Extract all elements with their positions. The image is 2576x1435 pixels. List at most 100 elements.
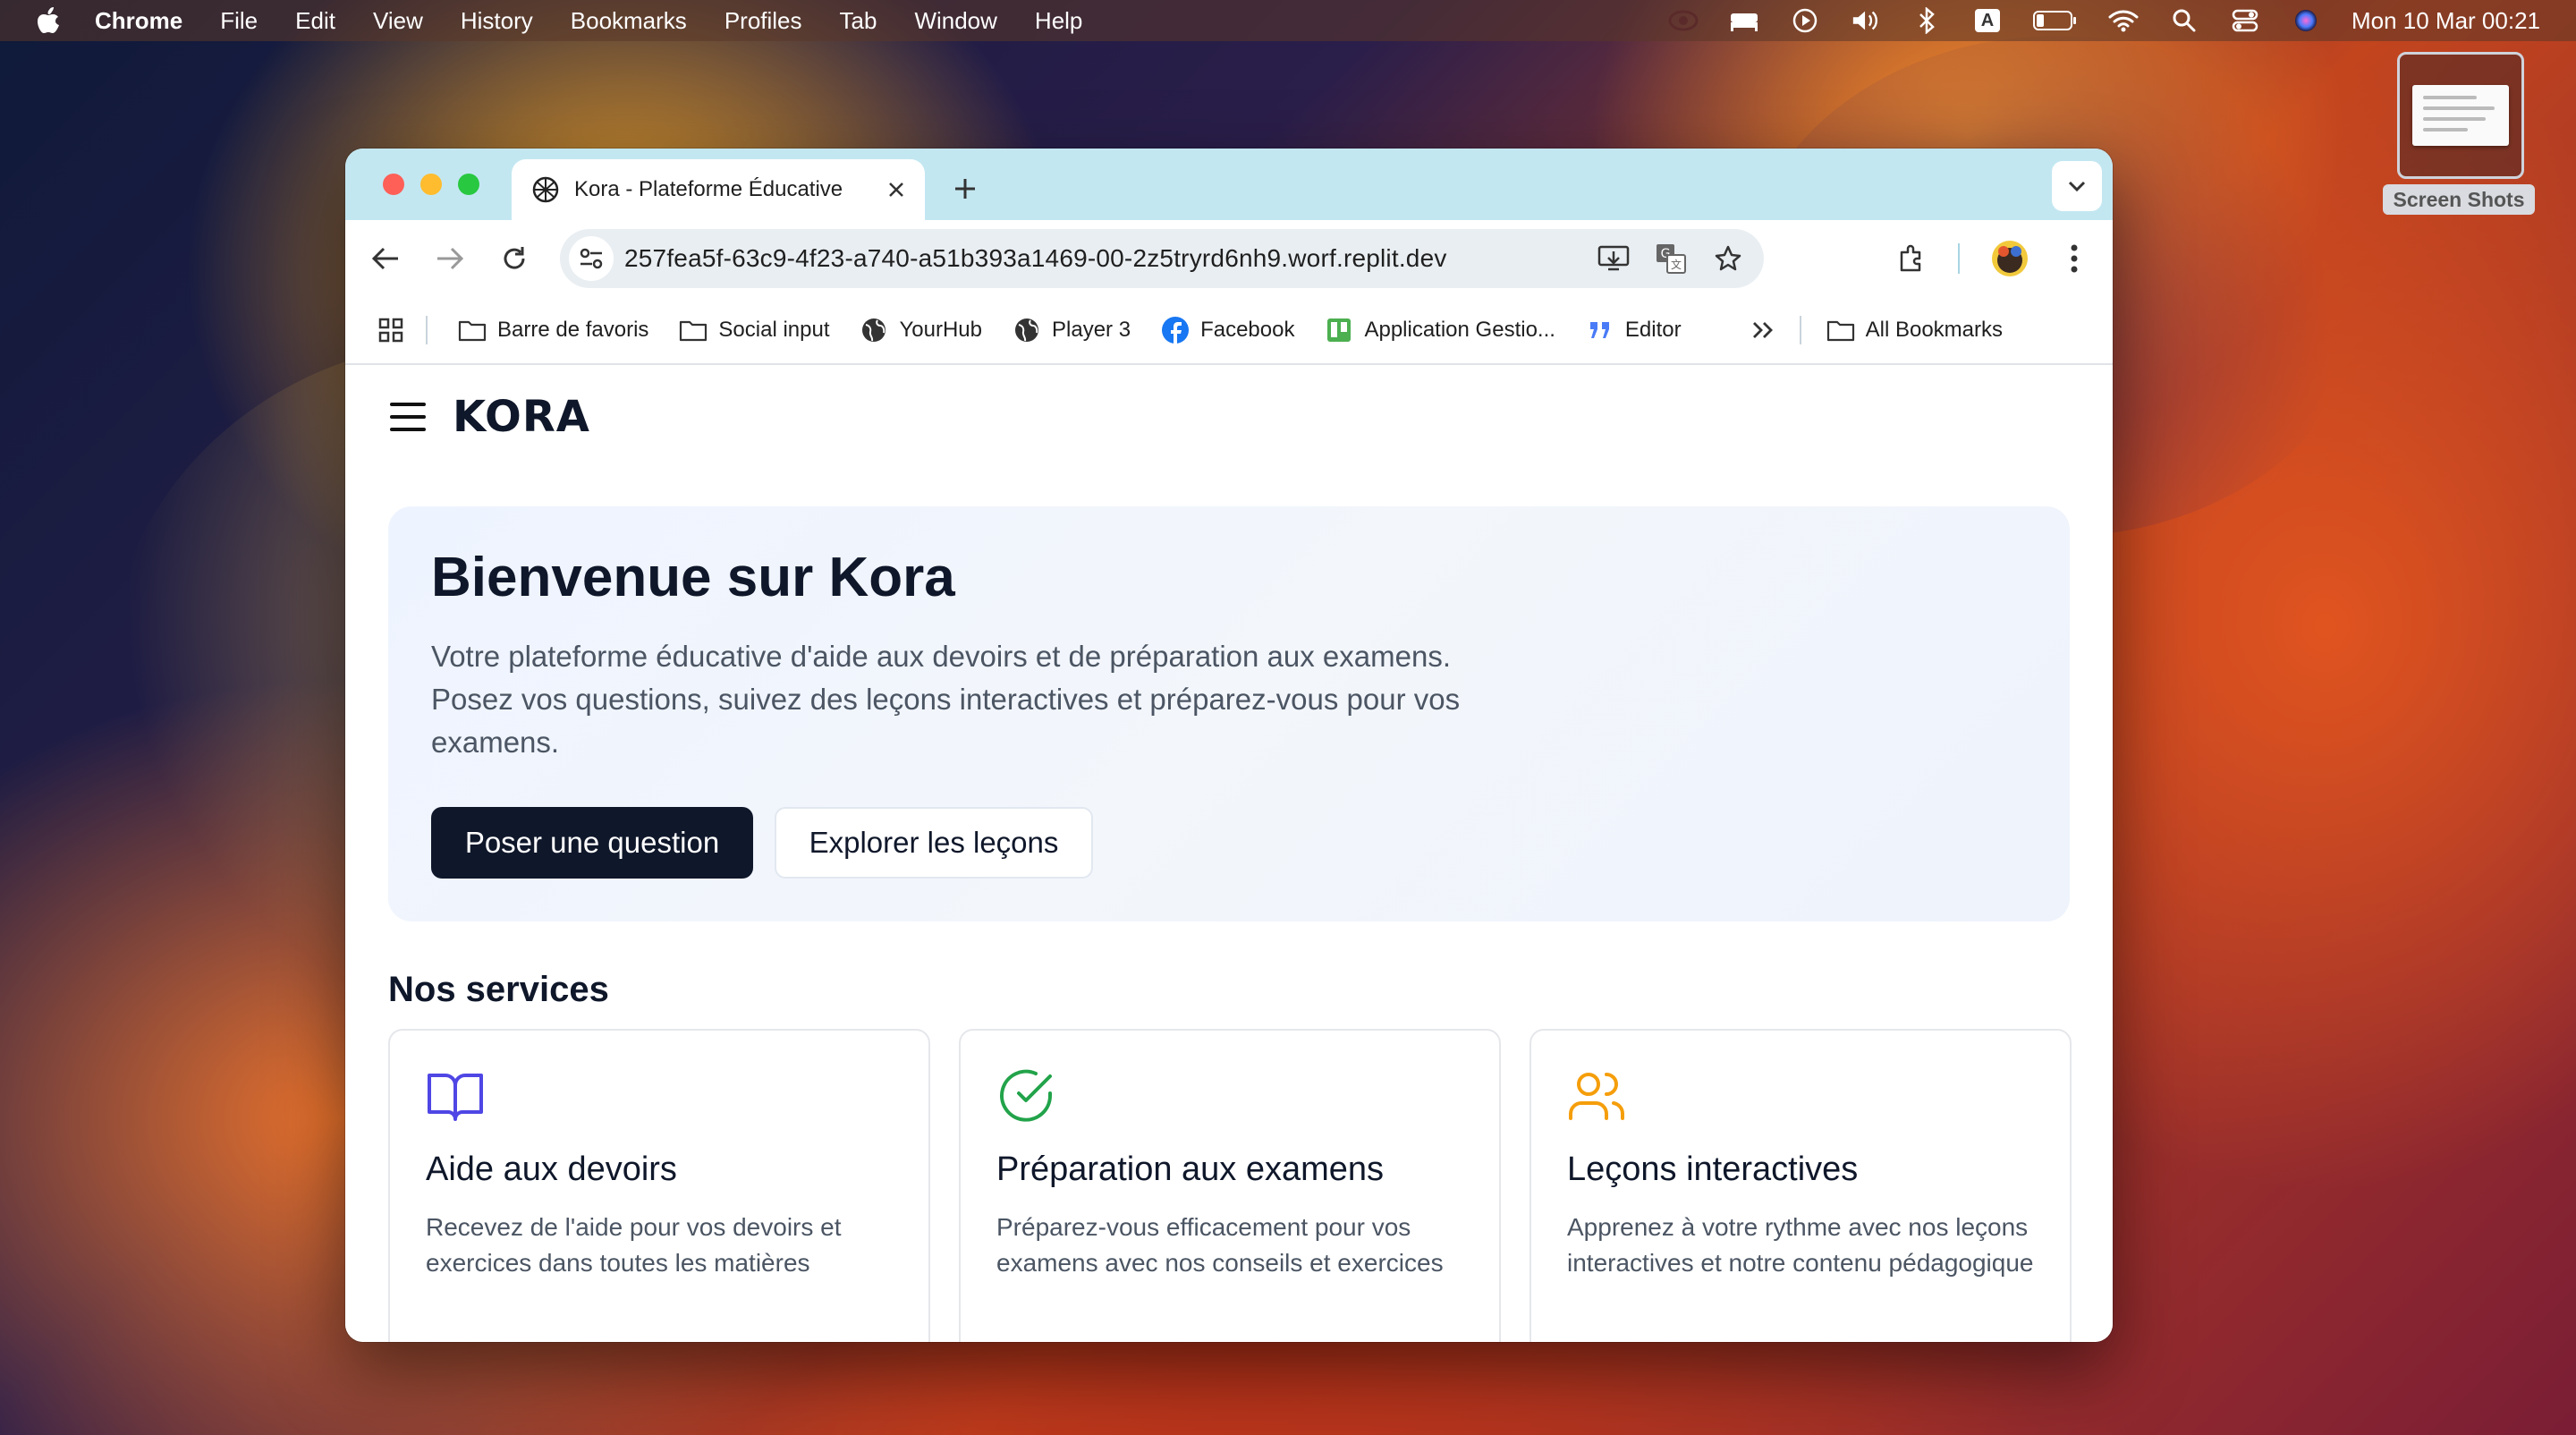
service-description: Apprenez à votre rythme avec nos leçons …	[1567, 1213, 2034, 1277]
forward-arrow-icon[interactable]	[429, 238, 470, 279]
tab-close-icon[interactable]	[878, 172, 914, 208]
control-center-icon[interactable]	[2230, 7, 2260, 34]
service-card-homework[interactable]: Aide aux devoirs Recevez de l'aide pour …	[388, 1029, 930, 1342]
macos-menubar: Chrome File Edit View History Bookmarks …	[0, 0, 2576, 41]
bookmark-editor[interactable]: Editor	[1586, 316, 1682, 344]
screenshot-thumbnail	[2412, 85, 2509, 146]
hero-section: Bienvenue sur Kora Votre plateforme éduc…	[388, 506, 2070, 921]
bookmark-label: Barre de favoris	[497, 318, 649, 342]
zoom-window-button[interactable]	[458, 174, 479, 195]
ask-question-button[interactable]: Poser une question	[431, 807, 753, 879]
bookmark-star-icon[interactable]	[1707, 237, 1750, 280]
all-bookmarks-label: All Bookmarks	[1865, 318, 2003, 342]
explore-lessons-button[interactable]: Explorer les leçons	[775, 807, 1093, 879]
play-icon[interactable]	[1790, 7, 1820, 34]
input-source-icon[interactable]: A	[1972, 7, 2003, 34]
tab-kora[interactable]: Kora - Plateforme Éducative	[512, 159, 925, 220]
replit-favicon-icon	[531, 175, 560, 204]
chrome-menu-icon[interactable]	[2054, 238, 2095, 279]
folder-icon	[458, 316, 487, 344]
address-bar[interactable]: 257fea5f-63c9-4f23-a740-a51b393a1469-00-…	[560, 229, 1764, 288]
menubar-history[interactable]: History	[461, 7, 533, 35]
bookmarks-bar: Barre de favoris Social input YourHub Pl…	[345, 297, 2113, 365]
input-source-letter: A	[1974, 9, 2000, 32]
site-info-icon[interactable]	[569, 236, 614, 281]
service-card-interactive-lessons[interactable]: Leçons interactives Apprenez à votre ryt…	[1530, 1029, 2072, 1342]
globe-icon	[860, 316, 888, 344]
bookmark-label: Facebook	[1200, 318, 1295, 342]
screen-shots-folder-label[interactable]: Screen Shots	[2383, 184, 2535, 215]
bookmark-label: YourHub	[899, 318, 983, 342]
url-text[interactable]: 257fea5f-63c9-4f23-a740-a51b393a1469-00-…	[624, 244, 1592, 273]
globe-icon	[1013, 316, 1041, 344]
hero-description: Votre plateforme éducative d'aide aux de…	[431, 640, 1461, 759]
kora-logo[interactable]: KORA	[453, 392, 590, 442]
facebook-icon	[1161, 316, 1190, 344]
bookmark-facebook[interactable]: Facebook	[1161, 316, 1294, 344]
menubar-view[interactable]: View	[373, 7, 423, 35]
install-app-icon[interactable]	[1592, 237, 1635, 280]
bookmarks-divider	[1799, 316, 1801, 344]
bookmark-label: Editor	[1624, 318, 1682, 342]
menubar-tab[interactable]: Tab	[840, 7, 877, 35]
menubar-app-name[interactable]: Chrome	[95, 7, 182, 35]
hamburger-menu-icon[interactable]	[390, 403, 426, 431]
tab-title: Kora - Plateforme Éducative	[574, 177, 843, 201]
bookmark-label: Social input	[718, 318, 830, 342]
creative-cloud-icon[interactable]	[1668, 7, 1699, 34]
menubar-bookmarks[interactable]: Bookmarks	[571, 7, 687, 35]
menubar-profiles[interactable]: Profiles	[724, 7, 802, 35]
quote-icon	[1586, 316, 1614, 344]
screen-shots-folder-icon[interactable]	[2397, 52, 2524, 179]
battery-icon[interactable]	[2032, 7, 2078, 34]
spotlight-search-icon[interactable]	[2169, 7, 2199, 34]
back-arrow-icon[interactable]	[365, 238, 406, 279]
window-controls	[383, 174, 479, 195]
close-window-button[interactable]	[383, 174, 404, 195]
bookmarks-divider	[426, 316, 428, 344]
menubar-help[interactable]: Help	[1035, 7, 1082, 35]
minimize-window-button[interactable]	[420, 174, 442, 195]
service-card-exam-prep[interactable]: Préparation aux examens Préparez-vous ef…	[959, 1029, 1501, 1342]
apple-menu-icon[interactable]	[36, 6, 63, 35]
bed-icon[interactable]	[1729, 7, 1759, 34]
profile-avatar[interactable]	[1989, 238, 2030, 279]
service-title: Aide aux devoirs	[426, 1151, 677, 1188]
trello-icon	[1325, 316, 1353, 344]
bookmark-application-gestion[interactable]: Application Gestio...	[1325, 316, 1555, 344]
hero-title: Bienvenue sur Kora	[431, 547, 955, 608]
bookmark-yourhub[interactable]: YourHub	[860, 316, 982, 344]
menubar-clock[interactable]: Mon 10 Mar 00:21	[2351, 7, 2540, 35]
bookmark-social-input[interactable]: Social input	[679, 316, 829, 344]
translate-icon[interactable]: G文	[1649, 237, 1692, 280]
all-bookmarks[interactable]: All Bookmarks	[1826, 316, 2003, 344]
new-tab-button[interactable]	[943, 166, 987, 211]
bookmark-barre-de-favoris[interactable]: Barre de favoris	[458, 316, 648, 344]
siri-icon[interactable]	[2291, 7, 2321, 34]
chrome-window: Kora - Plateforme Éducative 257fea5f-63c…	[345, 149, 2113, 1342]
folder-icon	[679, 316, 708, 344]
menubar-window[interactable]: Window	[914, 7, 996, 35]
menubar-file[interactable]: File	[220, 7, 258, 35]
services-title: Nos services	[388, 970, 609, 1009]
bluetooth-icon[interactable]	[1911, 7, 1942, 34]
service-title: Préparation aux examens	[996, 1151, 1385, 1188]
reload-icon[interactable]	[494, 238, 535, 279]
more-bookmarks-chevron-icon[interactable]	[1751, 320, 1775, 340]
check-circle-icon	[996, 1066, 1055, 1125]
apps-grid-icon[interactable]	[377, 317, 404, 344]
service-title: Leçons interactives	[1567, 1151, 1859, 1188]
bookmark-player-3[interactable]: Player 3	[1013, 316, 1131, 344]
svg-text:文: 文	[1671, 258, 1682, 271]
extensions-puzzle-icon[interactable]	[1891, 238, 1932, 279]
service-description: Recevez de l'aide pour vos devoirs et ex…	[426, 1213, 842, 1277]
web-page: KORA Bienvenue sur Kora Votre plateforme…	[345, 365, 2113, 1342]
tab-search-chevron-icon[interactable]	[2052, 161, 2102, 211]
volume-icon[interactable]	[1851, 7, 1881, 34]
users-icon	[1567, 1066, 1626, 1125]
bookmark-label: Application Gestio...	[1364, 318, 1555, 342]
wifi-icon[interactable]	[2108, 7, 2139, 34]
toolbar-divider	[1957, 238, 1961, 279]
menubar-edit[interactable]: Edit	[295, 7, 335, 35]
tab-strip: Kora - Plateforme Éducative	[345, 149, 2113, 220]
